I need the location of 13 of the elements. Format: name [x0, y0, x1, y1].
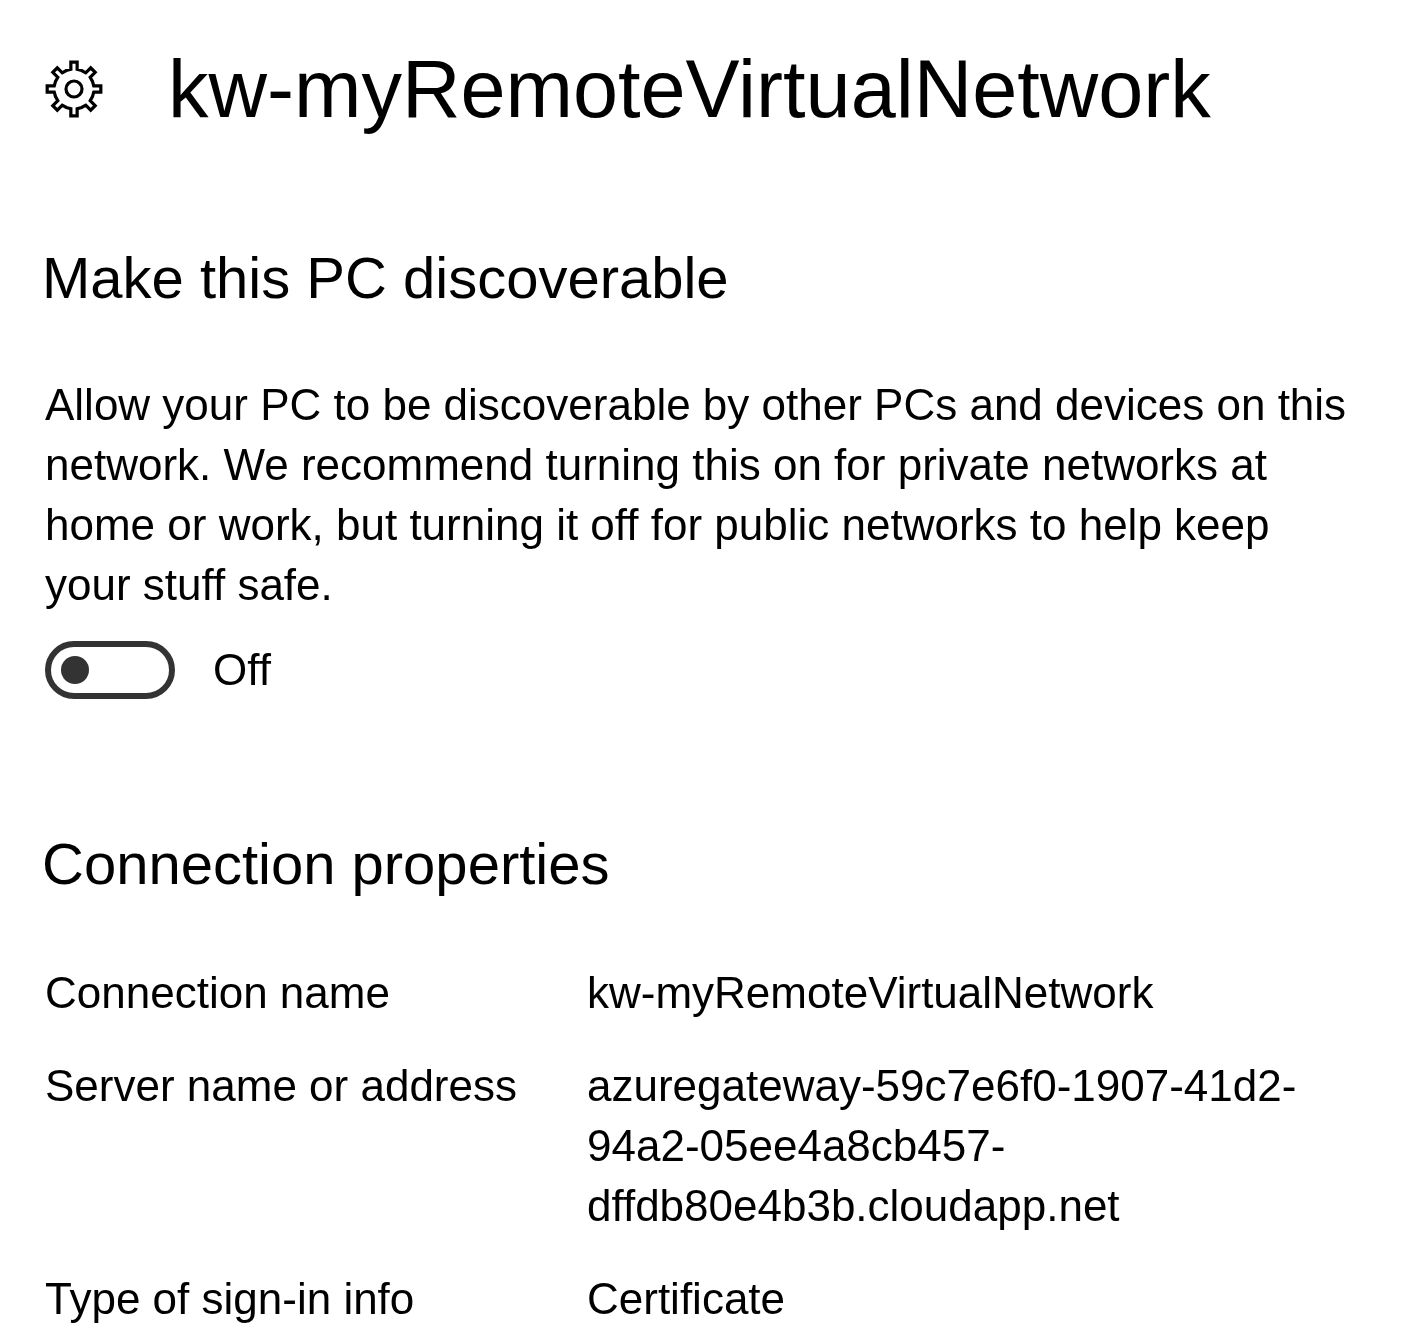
- property-value: Certificate: [587, 1273, 787, 1325]
- property-value: azuregateway-59c7e6f0-1907-41d2-94a2-05ee4a8cb457-dffdb80e4b3b.cloudapp.net: [587, 1060, 1298, 1232]
- description-text: Allow your PC to be discoverable by other PCs and devices on this network. We recommend turning this on for private networks at home or work, but turning it off for public networks to help keep your stuff safe.: [45, 379, 1348, 611]
- property-value: kw-myRemoteVirtualNetwork: [587, 967, 1155, 1019]
- settings-icon: [44, 59, 104, 119]
- property-label: Connection name: [45, 967, 391, 1019]
- page-title: kw-myRemoteVirtualNetwork: [168, 44, 1211, 134]
- section-heading: Connection properties: [42, 831, 611, 897]
- section-heading: Make this PC discoverable: [42, 245, 730, 311]
- toggle-switch[interactable]: [45, 641, 175, 699]
- toggle-label: Off: [213, 645, 271, 695]
- property-label: Type of sign-in info: [45, 1273, 416, 1325]
- property-label: Server name or address: [45, 1060, 518, 1112]
